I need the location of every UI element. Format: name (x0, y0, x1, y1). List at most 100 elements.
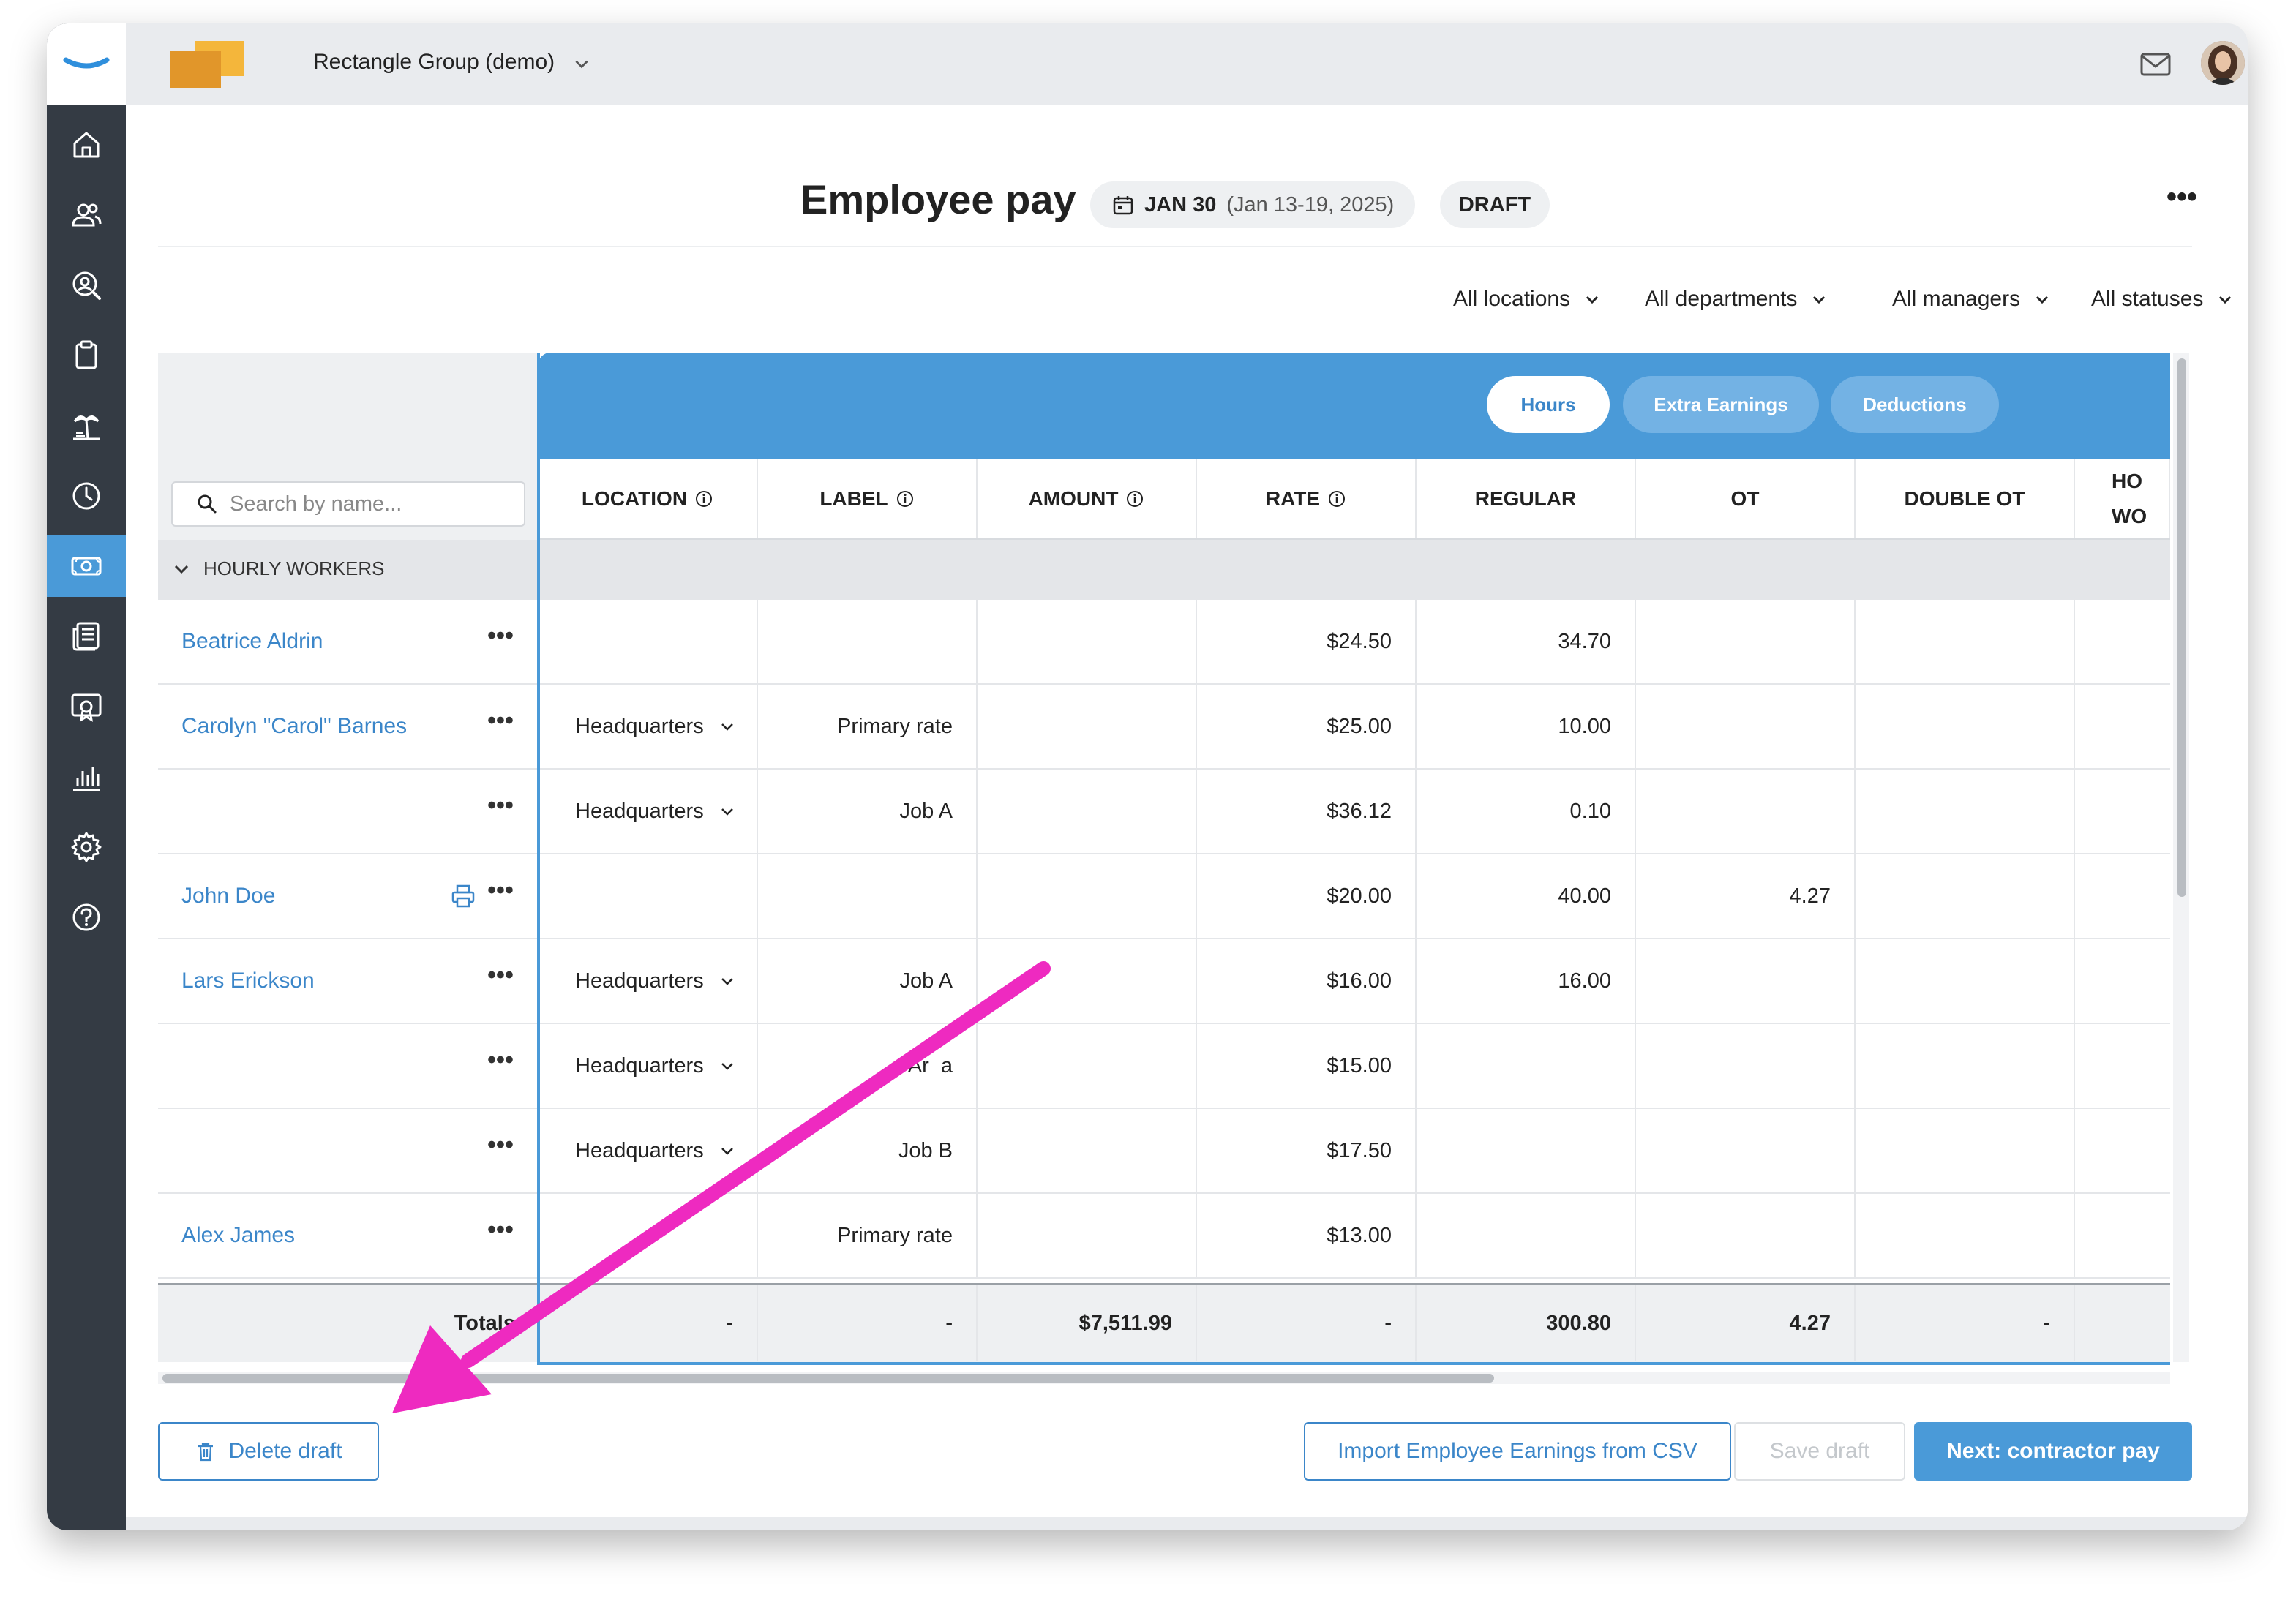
employee-name-link[interactable]: Lars Erickson (181, 939, 315, 1023)
vertical-scrollbar-thumb[interactable] (2177, 358, 2186, 897)
cell-regular[interactable]: 16.00 (1417, 939, 1636, 1023)
row-menu-button[interactable]: ••• (486, 963, 515, 996)
cell-rate[interactable]: $24.50 (1197, 600, 1417, 683)
group-toggle[interactable]: HOURLY WORKERS (173, 557, 385, 580)
cell-ot[interactable] (1636, 1109, 1856, 1192)
cell-regular[interactable]: 10.00 (1417, 685, 1636, 768)
cell-regular[interactable]: 40.00 (1417, 854, 1636, 938)
cell-ot[interactable] (1636, 600, 1856, 683)
column-header-regular[interactable]: REGULAR (1417, 459, 1636, 538)
cell-amount[interactable] (978, 600, 1197, 683)
import-csv-button[interactable]: Import Employee Earnings from CSV (1304, 1422, 1731, 1481)
column-header-holiday-worked[interactable]: HO WO (2075, 459, 2170, 538)
cell-rate[interactable]: $36.12 (1197, 770, 1417, 853)
horizontal-scrollbar-thumb[interactable] (162, 1374, 1494, 1383)
cell-label[interactable]: Primary rate (758, 1194, 978, 1277)
cell-label[interactable]: Primary rate (758, 685, 978, 768)
cell-rate[interactable]: $20.00 (1197, 854, 1417, 938)
employee-name-link[interactable]: John Doe (181, 854, 275, 938)
delete-draft-button[interactable]: Delete draft (158, 1422, 379, 1481)
sidebar-item-reports[interactable] (47, 746, 126, 808)
sidebar-item-time-off[interactable] (47, 395, 126, 456)
filter-managers[interactable]: All managers (1892, 281, 2051, 317)
row-menu-button[interactable]: ••• (486, 878, 515, 911)
sidebar-item-payroll[interactable] (47, 535, 126, 597)
row-menu-button[interactable]: ••• (486, 708, 515, 742)
row-menu-button[interactable]: ••• (486, 793, 515, 827)
cell-ot[interactable]: 4.27 (1636, 854, 1856, 938)
cell-regular[interactable]: 0.10 (1417, 770, 1636, 853)
cell-double-ot[interactable] (1856, 854, 2075, 938)
cell-regular[interactable] (1417, 1024, 1636, 1108)
sidebar-item-tasks[interactable] (47, 325, 126, 386)
cell-amount[interactable] (978, 1109, 1197, 1192)
cell-amount[interactable] (978, 854, 1197, 938)
column-header-amount[interactable]: AMOUNT (978, 459, 1197, 538)
company-logo-icon[interactable] (170, 41, 246, 88)
save-draft-button[interactable]: Save draft (1734, 1422, 1905, 1481)
mail-icon[interactable] (2138, 47, 2173, 82)
cell-double-ot[interactable] (1856, 1194, 2075, 1277)
row-menu-button[interactable]: ••• (486, 623, 515, 657)
location-dropdown[interactable]: Headquarters (539, 1109, 758, 1192)
employee-name-link[interactable]: Carolyn "Carol" Barnes (181, 685, 407, 768)
cell-double-ot[interactable] (1856, 600, 2075, 683)
filter-departments[interactable]: All departments (1645, 281, 1828, 317)
filter-statuses[interactable]: All statuses (2091, 281, 2234, 317)
cell-double-ot[interactable] (1856, 1109, 2075, 1192)
brand-logo[interactable] (60, 50, 113, 79)
cell-rate[interactable]: $17.50 (1197, 1109, 1417, 1192)
row-menu-button[interactable]: ••• (486, 1048, 515, 1081)
more-options-button[interactable]: ••• (2160, 182, 2204, 222)
column-header-double-ot[interactable]: DOUBLE OT (1856, 459, 2075, 538)
cell-ot[interactable] (1636, 1024, 1856, 1108)
avatar[interactable] (2201, 41, 2245, 85)
info-icon[interactable] (1125, 489, 1144, 508)
cell-location[interactable] (539, 1194, 758, 1277)
cell-ot[interactable] (1636, 685, 1856, 768)
info-icon[interactable] (694, 489, 713, 508)
cell-ot[interactable] (1636, 770, 1856, 853)
cell-label[interactable]: Ar a (758, 1024, 978, 1108)
sidebar-item-news[interactable] (47, 606, 126, 667)
employee-name-link[interactable]: Alex James (181, 1194, 295, 1277)
cell-double-ot[interactable] (1856, 685, 2075, 768)
location-dropdown[interactable]: Headquarters (539, 770, 758, 853)
cell-amount[interactable] (978, 770, 1197, 853)
cell-location[interactable] (539, 854, 758, 938)
cell-label[interactable] (758, 854, 978, 938)
row-menu-button[interactable]: ••• (486, 1132, 515, 1166)
column-header-label[interactable]: LABEL (758, 459, 978, 538)
cell-location[interactable] (539, 600, 758, 683)
cell-regular[interactable] (1417, 1109, 1636, 1192)
cell-ot[interactable] (1636, 1194, 1856, 1277)
location-dropdown[interactable]: Headquarters (539, 939, 758, 1023)
chevron-down-icon[interactable] (572, 54, 591, 73)
cell-rate[interactable]: $16.00 (1197, 939, 1417, 1023)
row-menu-button[interactable]: ••• (486, 1217, 515, 1251)
cell-double-ot[interactable] (1856, 1024, 2075, 1108)
column-header-location[interactable]: LOCATION (539, 459, 758, 538)
employee-name-link[interactable]: Beatrice Aldrin (181, 600, 323, 683)
cell-label[interactable]: Job B (758, 1109, 978, 1192)
cell-amount[interactable] (978, 939, 1197, 1023)
cell-rate[interactable]: $25.00 (1197, 685, 1417, 768)
next-contractor-pay-button[interactable]: Next: contractor pay (1914, 1422, 2192, 1481)
column-header-ot[interactable]: OT (1636, 459, 1856, 538)
tab-deductions[interactable]: Deductions (1831, 376, 1999, 433)
cell-regular[interactable] (1417, 1194, 1636, 1277)
sidebar-item-search-people[interactable] (47, 255, 126, 316)
cell-label[interactable] (758, 600, 978, 683)
cell-amount[interactable] (978, 1194, 1197, 1277)
sidebar-item-people[interactable] (47, 184, 126, 246)
location-dropdown[interactable]: Headquarters (539, 1024, 758, 1108)
info-icon[interactable] (1327, 489, 1346, 508)
cell-ot[interactable] (1636, 939, 1856, 1023)
cell-double-ot[interactable] (1856, 770, 2075, 853)
sidebar-item-training[interactable] (47, 676, 126, 737)
company-name[interactable]: Rectangle Group (demo) (313, 50, 555, 75)
cell-rate[interactable]: $13.00 (1197, 1194, 1417, 1277)
column-header-rate[interactable]: RATE (1197, 459, 1417, 538)
printer-icon[interactable] (451, 884, 476, 909)
cell-regular[interactable]: 34.70 (1417, 600, 1636, 683)
